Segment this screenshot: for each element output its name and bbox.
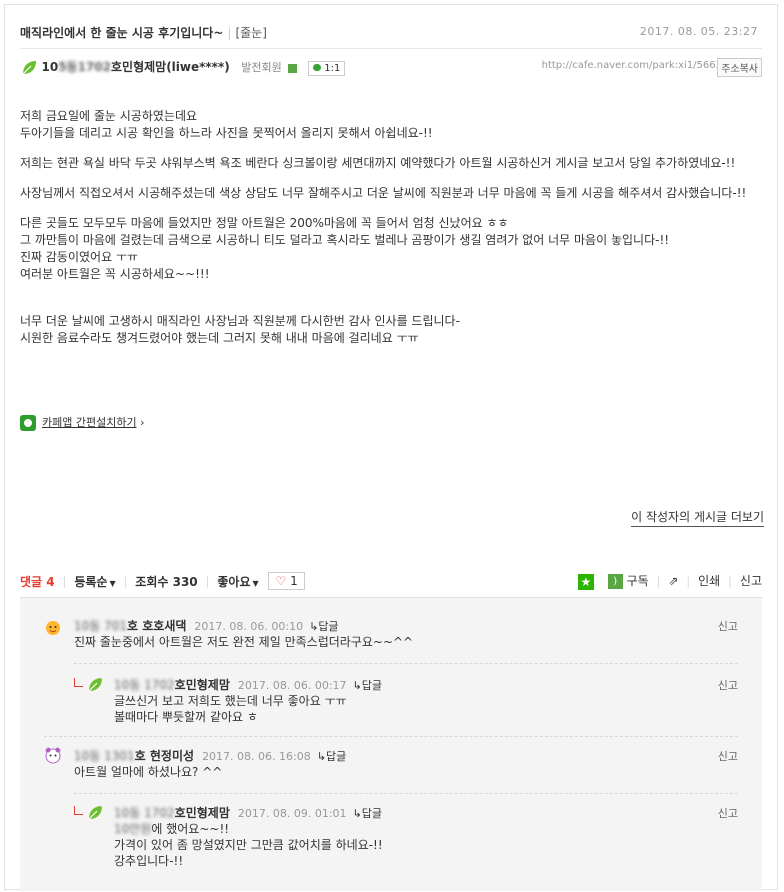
sort-dropdown[interactable]: 등록순 ▼ [74,573,115,590]
post-paragraph: 저희는 현관 욕실 바닥 두곳 샤워부스벽 욕조 베란다 싱크볼이랑 세면대까지… [20,156,736,170]
post-category[interactable]: [줄눈] [235,26,266,40]
post-paragraph: 그 까만틈이 마음에 걸렸는데 금색으로 시공하니 티도 덜라고 혹시라도 벌레… [20,233,670,247]
commenter-blurred: 10동 1702 [114,678,175,692]
comment-section: 10동 701호 호호새댁 2017. 08. 06. 00:10 ↳답글 신고 진… [20,597,762,891]
level-icon [287,63,297,73]
reply-button[interactable]: ↳답글 [309,620,338,633]
copy-url-button[interactable]: 주소복사 [717,58,762,77]
post-paragraph: 사장님께서 직접오셔서 시공해주셨는데 색상 상담도 너무 잘해주시고 더운 날… [20,186,747,200]
comments-count[interactable]: 댓글 4 [20,573,55,590]
post-paragraph: 너무 더운 날씨에 고생하시 매직라인 사장님과 직원분께 다시한번 감사 인사… [20,314,460,328]
rss-icon: ) [607,574,623,589]
title-separator: | [227,26,232,40]
comment-date: 2017. 08. 06. 00:10 [194,620,304,633]
author-name[interactable]: 105동1702호민형제맘(liwe****) [42,60,230,74]
caret-down-icon: ▼ [109,578,116,588]
more-posts-link[interactable]: 이 작성자의 게시글 더보기 [631,508,764,527]
post-body: 저희 금요일에 줄눈 시공하였는데요두아기들을 데리고 시공 확인을 하느라 사… [20,108,762,347]
comment-date: 2017. 08. 06. 16:08 [202,750,311,763]
comment-text: 볼때마다 뿌듯할꺼 같아요 ㅎ [114,710,258,724]
comment-text: 아트월 얼마에 하셨나요? ^^ [74,765,223,779]
chat-icon [313,64,322,71]
like-button[interactable]: ♡ 1 [268,572,305,590]
comment-report-button[interactable]: 신고 [718,805,738,821]
view-count: 조회수 330 [135,574,198,589]
post-paragraph: 여러분 아트월은 꼭 시공하세요~~!!! [20,267,210,281]
commenter-name[interactable]: 호민형제맘 [175,678,230,692]
leaf-icon [88,806,102,820]
toolbar-right: ★ ) 구독 | ⇗ | 인쇄 | 신고 [577,572,762,590]
arrow-icon: › [140,416,145,429]
reply-button[interactable]: ↳답글 [317,750,346,763]
comment-divider [74,793,738,794]
like-count: 1 [290,574,298,588]
reply-button[interactable]: ↳답글 [353,807,382,820]
comment-text: 진짜 줄눈중에서 아트월은 저도 완전 제일 만족스럽더라구요~~^^ [74,635,414,649]
chat-button[interactable]: 1:1 [308,60,346,76]
like-dropdown[interactable]: 좋아요 ▼ [217,573,258,590]
comment-report-button[interactable]: 신고 [718,618,738,634]
comment-report-button[interactable]: 신고 [718,748,738,764]
comment-text: 가격이 있어 좀 망설였지만 그만큼 값어치를 하네요-!! [114,838,383,852]
comment-blurred: 10만원 [114,822,152,836]
commenter-name[interactable]: 호민형제맘 [175,806,230,820]
post-toolbar: 댓글 4 | 등록순 ▼ | 조회수 330 | 좋아요 ▼ ♡ 1 ★ ) 구독 … [20,572,762,590]
commenter-blurred: 10동 1301 [74,749,135,763]
avatar [45,747,61,764]
cafe-app-install[interactable]: 카페앱 간편설치하기 › [20,414,144,431]
post-title-row: 매직라인에서 한 줄눈 시공 후기입니다~ | [줄눈] 2017. 08. 05.… [20,24,762,42]
reply-button[interactable]: ↳답글 [353,679,382,692]
comment-divider [74,663,738,664]
title-divider [20,48,762,49]
subscribe-button[interactable]: 구독 [627,574,649,588]
cafe-app-icon [20,415,36,431]
print-button[interactable]: 인쇄 [698,574,720,588]
comment-text: 10만원에 했어요~~!! [114,822,230,836]
comment-date: 2017. 08. 06. 00:17 [237,679,347,692]
post-title[interactable]: 매직라인에서 한 줄눈 시공 후기입니다~ [20,26,223,40]
leaf-icon [22,61,36,75]
comment-item: 10동 701호 호호새댁 2017. 08. 06. 00:10 ↳답글 신고 진… [74,618,738,650]
reply-indicator [74,678,83,687]
comment-text: 글쓰신거 보고 저희도 했는데 너무 좋아요 ㅜㅠ [114,694,347,708]
post-paragraph: 진짜 감동이였어요 ㅜㅠ [20,250,139,264]
commenter-name[interactable]: 호 현정미성 [135,749,194,763]
share-icon[interactable]: ⇗ [668,574,678,588]
comment-text: 강추입니다-!! [114,854,184,868]
post-paragraph: 다른 곳들도 모두모두 마음에 들었지만 정말 아트월은 200%마음에 꼭 들… [20,216,509,230]
author-blurred: 5동1702 [58,60,111,74]
avatar [46,621,60,635]
post-date: 2017. 08. 05. 23:27 [639,25,758,38]
star-icon[interactable]: ★ [577,573,594,590]
commenter-blurred: 10동 1702 [114,806,175,820]
cafe-app-link[interactable]: 카페앱 간편설치하기 [42,416,137,429]
reply-indicator [74,806,83,815]
comment-item: 10동 1702호민형제맘 2017. 08. 06. 00:17 ↳답글 신고 글… [114,677,738,725]
author-row: 105동1702호민형제맘(liwe****) 발전회원 1:1 http://… [20,58,762,78]
caret-down-icon: ▼ [252,578,259,588]
comment-date: 2017. 08. 09. 01:01 [237,807,347,820]
member-level: 발전회원 [241,61,282,74]
comment-item: 10동 1301호 현정미성 2017. 08. 06. 16:08 ↳답글 신고 … [74,748,738,780]
post-url[interactable]: http://cafe.naver.com/park:xi1/5663 [542,60,722,71]
report-button[interactable]: 신고 [740,574,762,588]
leaf-icon [88,678,102,692]
post-paragraph: 두아기들을 데리고 시공 확인을 하느라 사진을 못찍어서 올리지 못해서 아쉽… [20,126,433,140]
heart-icon: ♡ [275,574,287,588]
post-paragraph: 저희 금요일에 줄눈 시공하였는데요 [20,109,198,123]
comment-item: 10동 1702호민형제맘 2017. 08. 09. 01:01 ↳답글 신고 1… [114,805,738,869]
comment-report-button[interactable]: 신고 [718,677,738,693]
post-paragraph: 시원한 음료수라도 챙겨드렸어야 했는데 그러지 못해 내내 마음에 걸리네요 … [20,331,419,345]
commenter-blurred: 10동 701 [74,619,128,633]
comment-divider [44,736,738,737]
commenter-name[interactable]: 호 호호새댁 [127,619,186,633]
